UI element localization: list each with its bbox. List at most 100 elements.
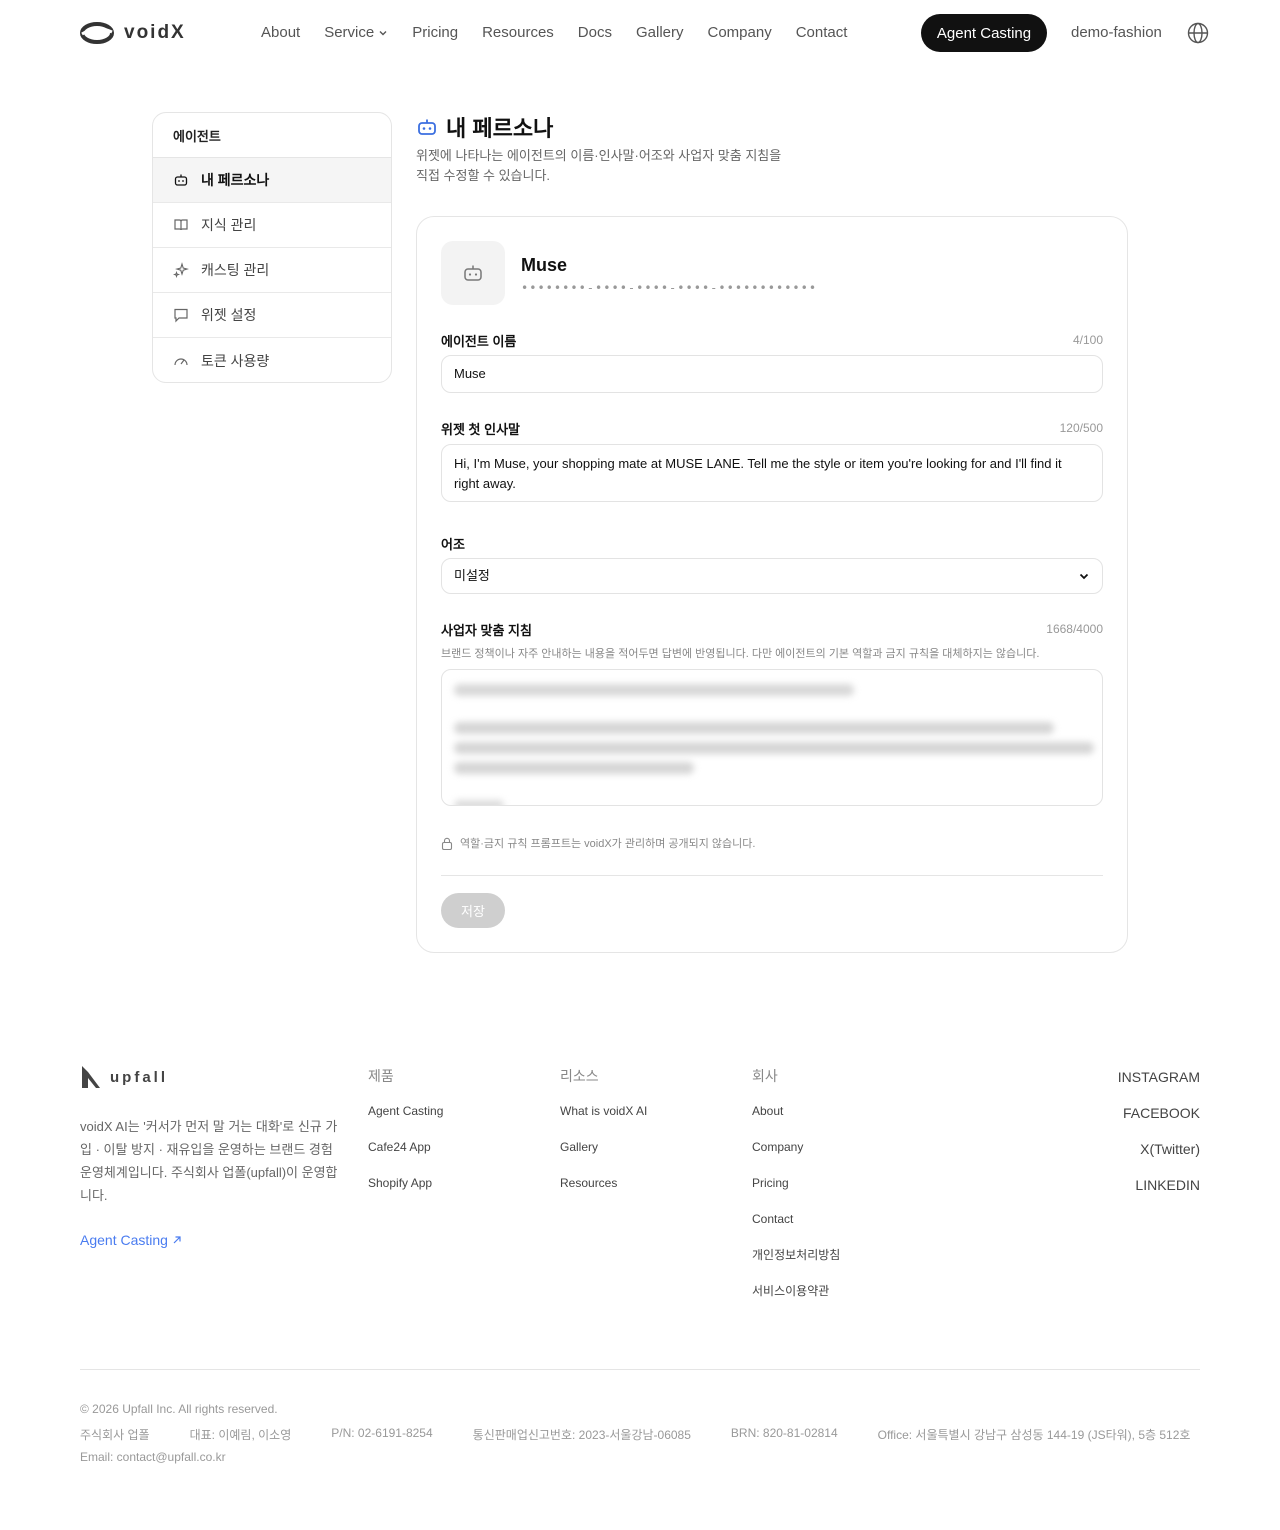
nav-contact[interactable]: Contact — [796, 22, 848, 44]
user-account[interactable]: demo-fashion — [1071, 22, 1162, 44]
agent-name-label: 에이전트 이름 — [441, 334, 517, 349]
footer-link[interactable]: Contact — [752, 1211, 840, 1227]
agent-sidebar: 에이전트 내 페르소나 지식 관리 캐스팅 관리 위젯 설정 토큰 사용량 — [152, 112, 392, 383]
mail-order-info: 통신판매업신고번호: 2023-서울강남-06085 — [472, 1428, 691, 1442]
agent-id: ••••••••-••••-••••-••••-•••••••••••• — [521, 281, 818, 295]
sidebar-item-label: 내 페르소나 — [201, 172, 270, 188]
book-icon — [174, 219, 188, 231]
nav-service[interactable]: Service — [324, 22, 388, 44]
social-twitter[interactable]: X(Twitter) — [1118, 1140, 1200, 1158]
globe-icon[interactable] — [1187, 22, 1209, 44]
social-facebook[interactable]: FACEBOOK — [1118, 1104, 1200, 1122]
save-button[interactable]: 저장 — [441, 893, 505, 928]
lock-note: 역할·금지 규칙 프롬프트는 voidX가 관리하며 공개되지 않습니다. — [441, 835, 755, 851]
footer-col-products: 제품 Agent Casting Cafe24 App Shopify App — [368, 1066, 443, 1211]
sparkle-icon — [173, 262, 189, 278]
footer-agent-casting-link[interactable]: Agent Casting — [80, 1232, 182, 1248]
nav-gallery[interactable]: Gallery — [636, 22, 684, 44]
copyright: © 2026 Upfall Inc. All rights reserved. — [80, 1402, 278, 1416]
instructions-label: 사업자 맞춤 지침 — [441, 623, 532, 638]
footer-link[interactable]: Agent Casting — [368, 1103, 443, 1119]
nav-pricing[interactable]: Pricing — [412, 22, 458, 44]
page-title-text: 내 페르소나 — [446, 116, 554, 141]
chevron-down-icon — [1079, 573, 1089, 580]
nav-resources[interactable]: Resources — [482, 22, 554, 44]
footer-link[interactable]: 개인정보처리방침 — [752, 1247, 840, 1263]
main-nav: About Service Pricing Resources Docs Gal… — [261, 22, 871, 44]
page-heading: 내 페르소나 위젯에 나타나는 에이전트의 이름·인사말·어조와 사업자 맞춤 … — [416, 112, 796, 186]
nav-company[interactable]: Company — [708, 22, 772, 44]
sidebar-item-knowledge[interactable]: 지식 관리 — [153, 203, 391, 248]
agent-name-counter: 4/100 — [1072, 333, 1103, 347]
office-info: Office: 서울특별시 강남구 삼성동 144-19 (JS타워), 5층 … — [877, 1428, 1191, 1442]
footer-link[interactable]: Resources — [560, 1175, 647, 1191]
ceo-info: 대표: 이예림, 이소영 — [189, 1428, 292, 1442]
footer-link[interactable]: Shopify App — [368, 1175, 443, 1191]
page-title: 내 페르소나 — [416, 112, 796, 142]
footer-link[interactable]: Cafe24 App — [368, 1139, 443, 1155]
email-info: Email: contact@upfall.co.kr — [80, 1450, 226, 1464]
footer-col-company: 회사 About Company Pricing Contact 개인정보처리방… — [752, 1066, 840, 1319]
sidebar-item-widget[interactable]: 위젯 설정 — [153, 293, 391, 338]
robot-icon — [174, 174, 188, 186]
chat-icon — [174, 308, 188, 323]
phone-info: P/N: 02-6191-8254 — [331, 1426, 433, 1440]
footer-description: voidX AI는 '커서가 먼저 말 거는 대화'로 신규 가입 · 이탈 방… — [80, 1119, 338, 1203]
lock-note-text: 역할·금지 규칙 프롬프트는 voidX가 관리하며 공개되지 않습니다. — [460, 838, 756, 850]
footer-link[interactable]: Company — [752, 1139, 840, 1155]
footer-col-resources: 리소스 What is voidX AI Gallery Resources — [560, 1066, 647, 1211]
greeting-label: 위젯 첫 인사말 — [441, 422, 520, 437]
chevron-down-icon — [379, 31, 387, 36]
voidx-logo-icon — [80, 22, 114, 44]
footer-link[interactable]: What is voidX AI — [560, 1103, 647, 1119]
instructions-help: 브랜드 정책이나 자주 안내하는 내용을 적어두면 답변에 반영됩니다. 다만 … — [441, 648, 1040, 660]
sidebar-item-label: 위젯 설정 — [201, 307, 257, 323]
greeting-counter: 120/500 — [1059, 421, 1103, 435]
footer-social-links: INSTAGRAM FACEBOOK X(Twitter) LINKEDIN — [1118, 1068, 1200, 1212]
tone-select[interactable]: 미설정 — [441, 558, 1103, 594]
business-info: 주식회사 업폴 대표: 이예림, 이소영 P/N: 02-6191-8254 통… — [80, 1426, 1230, 1443]
footer-col-title: 제품 — [368, 1068, 394, 1084]
agent-name-input[interactable]: Muse — [441, 355, 1103, 393]
voidx-logo[interactable]: voidX — [80, 20, 186, 46]
site-header: voidX About Service Pricing Resources Do… — [0, 0, 1280, 66]
footer-link[interactable]: 서비스이용약관 — [752, 1283, 840, 1299]
sidebar-title: 에이전트 — [153, 113, 391, 158]
sidebar-item-persona[interactable]: 내 페르소나 — [153, 158, 391, 203]
sidebar-item-label: 캐스팅 관리 — [201, 262, 270, 278]
sidebar-item-label: 지식 관리 — [201, 217, 257, 233]
robot-icon — [418, 119, 436, 135]
persona-card: Muse ••••••••-••••-••••-••••-•••••••••••… — [416, 216, 1128, 953]
social-instagram[interactable]: INSTAGRAM — [1118, 1068, 1200, 1086]
agent-name-heading: Muse — [521, 255, 568, 275]
greeting-textarea[interactable]: Hi, I'm Muse, your shopping mate at MUSE… — [441, 444, 1103, 502]
footer-agent-casting-label: Agent Casting — [80, 1232, 168, 1248]
gauge-icon — [174, 357, 188, 365]
instructions-textarea[interactable] — [441, 669, 1103, 806]
sidebar-item-casting[interactable]: 캐스팅 관리 — [153, 248, 391, 293]
footer-link[interactable]: Gallery — [560, 1139, 647, 1155]
upfall-logo-icon — [82, 1066, 100, 1088]
upfall-logo-text: upfall — [110, 1068, 168, 1086]
instructions-blurred-content — [454, 684, 1094, 805]
sidebar-item-label: 토큰 사용량 — [201, 352, 270, 369]
footer-link[interactable]: About — [752, 1103, 840, 1119]
footer-col-title: 리소스 — [560, 1068, 599, 1084]
footer-link[interactable]: Pricing — [752, 1175, 840, 1191]
robot-icon — [464, 265, 482, 281]
social-linkedin[interactable]: LINKEDIN — [1118, 1176, 1200, 1194]
arrow-up-right-icon — [173, 1236, 181, 1244]
sidebar-item-token-usage[interactable]: 토큰 사용량 — [153, 338, 391, 382]
brn-info: BRN: 820-81-02814 — [730, 1426, 838, 1440]
agent-casting-button[interactable]: Agent Casting — [921, 14, 1047, 52]
nav-about[interactable]: About — [261, 22, 300, 44]
card-divider — [441, 875, 1103, 876]
company-name: 주식회사 업폴 — [80, 1428, 150, 1442]
instructions-counter: 1668/4000 — [1046, 622, 1103, 636]
nav-service-label: Service — [324, 24, 375, 41]
page-description: 위젯에 나타나는 에이전트의 이름·인사말·어조와 사업자 맞춤 지침을 직접 … — [416, 148, 782, 183]
tone-label: 어조 — [441, 537, 465, 552]
nav-docs[interactable]: Docs — [578, 22, 612, 44]
tone-selected-value: 미설정 — [454, 568, 490, 583]
lock-icon — [441, 837, 453, 850]
